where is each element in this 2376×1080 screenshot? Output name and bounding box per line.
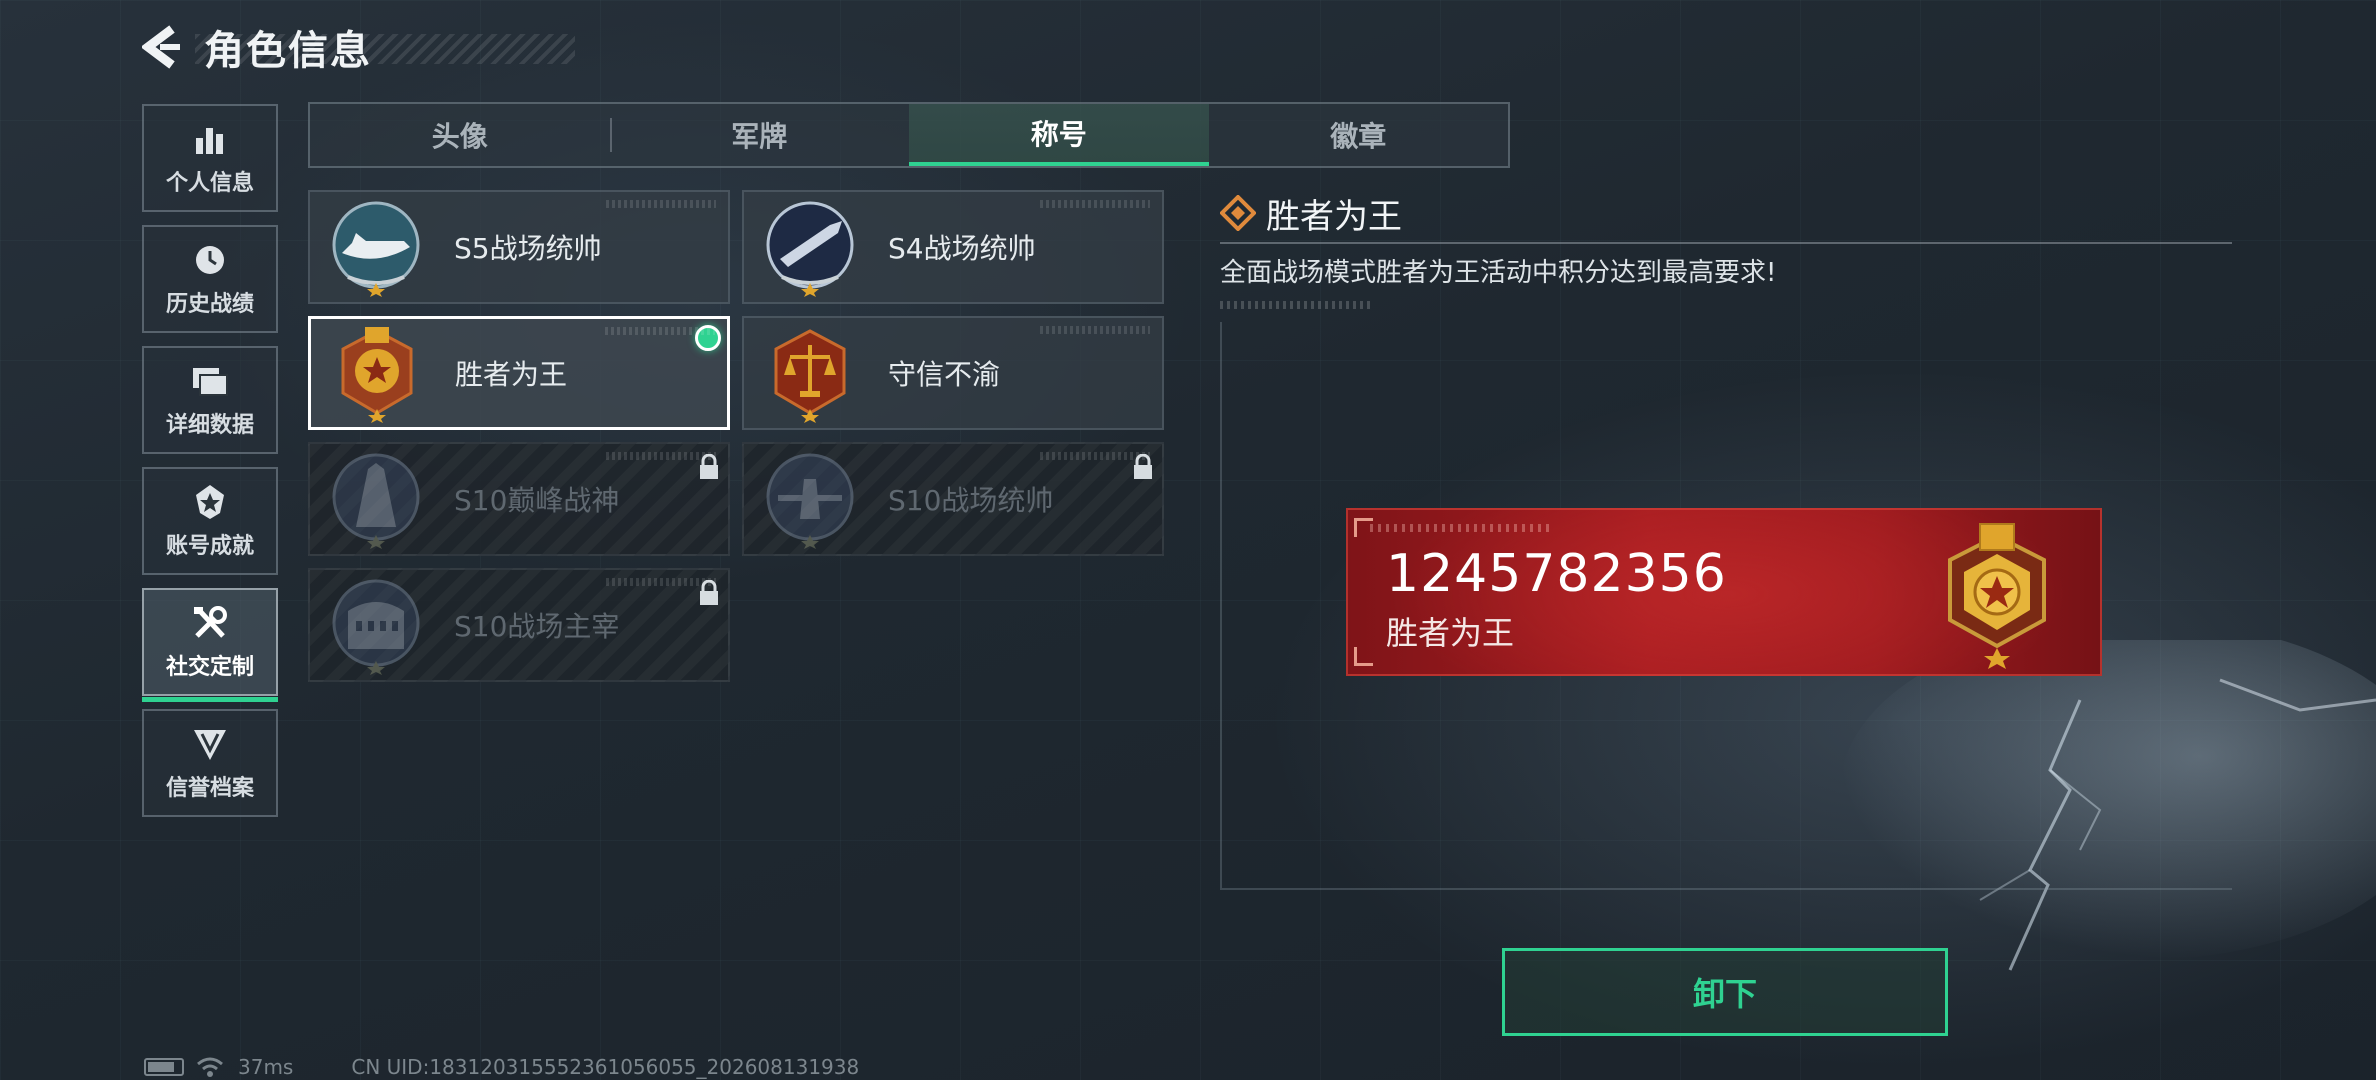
gold-medal-emblem-icon xyxy=(341,327,413,423)
back-button[interactable] xyxy=(140,22,184,72)
network-latency: 37ms xyxy=(238,1055,294,1079)
equipped-indicator xyxy=(695,325,721,351)
title-card-winner-king[interactable]: 胜者为王 xyxy=(308,316,730,430)
title-card-name: 胜者为王 xyxy=(455,358,568,391)
sidebar-item-achievements[interactable]: 账号成就 xyxy=(142,467,278,575)
nameplate-title: 胜者为王 xyxy=(1386,614,1515,652)
category-tabs: 头像 军牌 称号 徽章 xyxy=(308,102,1510,168)
page-title: 角色信息 xyxy=(204,28,372,74)
title-card-s10-commander[interactable]: S10战场统帅 xyxy=(742,442,1164,556)
folder-data-icon xyxy=(190,361,230,401)
detail-decoration xyxy=(1220,301,1370,309)
sidebar-item-social-custom[interactable]: 社交定制 xyxy=(142,588,278,702)
tab-dog-tag[interactable]: 军牌 xyxy=(609,104,910,166)
divider xyxy=(1220,242,2232,244)
sidebar-nav: 个人信息 历史战绩 详细数据 账号成就 社交定制 信誉档案 xyxy=(142,104,278,830)
lock-icon xyxy=(700,454,718,479)
sidebar-item-credit-record[interactable]: 信誉档案 xyxy=(142,709,278,817)
missile-emblem-icon xyxy=(766,201,854,297)
detail-header: 胜者为王 xyxy=(1220,188,2232,238)
bar-chart-icon xyxy=(190,119,230,159)
sidebar-item-label: 个人信息 xyxy=(165,171,254,196)
detail-description: 全面战场模式胜者为王活动中积分达到最高要求! xyxy=(1220,258,1777,288)
back-arrow-icon xyxy=(142,25,180,69)
aircraft-emblem-icon xyxy=(766,453,854,549)
colosseum-emblem-icon xyxy=(332,579,420,675)
title-card-keep-faith[interactable]: 守信不渝 xyxy=(742,316,1164,430)
credit-shield-icon xyxy=(190,724,230,764)
sidebar-item-label: 信誉档案 xyxy=(165,776,254,801)
title-card-name: S5战场统帅 xyxy=(454,232,602,265)
title-card-name: S10战场主宰 xyxy=(454,610,620,643)
diamond-title-icon xyxy=(1220,195,1256,231)
history-clock-icon xyxy=(190,240,230,280)
battery-icon xyxy=(144,1058,184,1076)
page-header: 角色信息 xyxy=(140,22,372,74)
tab-title[interactable]: 称号 xyxy=(909,104,1209,166)
title-card-name: 守信不渝 xyxy=(888,358,1001,391)
title-card-name: S10战场统帅 xyxy=(888,484,1054,517)
sidebar-item-label: 社交定制 xyxy=(165,655,254,680)
nameplate-uid: 1245782356 xyxy=(1386,544,1727,604)
sidebar-item-detailed-data[interactable]: 详细数据 xyxy=(142,346,278,454)
gold-medal-emblem-icon xyxy=(1948,523,2046,669)
title-card-name: S4战场统帅 xyxy=(888,232,1036,265)
title-detail-panel: 胜者为王 全面战场模式胜者为王活动中积分达到最高要求! xyxy=(1220,188,2232,309)
title-card-s10-dominator[interactable]: S10战场主宰 xyxy=(308,568,730,682)
wifi-icon xyxy=(197,1057,223,1077)
sidebar-item-label: 历史战绩 xyxy=(165,292,254,317)
title-card-s5-commander[interactable]: S5战场统帅 xyxy=(308,190,730,304)
scales-emblem-icon xyxy=(774,329,846,423)
title-card-s10-peak-god[interactable]: S10巅峰战神 xyxy=(308,442,730,556)
nameplate-decoration xyxy=(1370,524,1550,532)
sidebar-item-history[interactable]: 历史战绩 xyxy=(142,225,278,333)
lock-icon xyxy=(1134,454,1152,479)
speedboat-emblem-icon xyxy=(332,201,420,297)
tools-icon xyxy=(190,603,230,643)
nameplate-preview: 1245782356 胜者为王 xyxy=(1346,508,2102,676)
detail-title: 胜者为王 xyxy=(1266,196,1402,237)
account-uid-text: CN UID:18312031555236105605​5_2026081319… xyxy=(351,1055,860,1079)
sidebar-item-personal-info[interactable]: 个人信息 xyxy=(142,104,278,212)
lock-icon xyxy=(700,580,718,605)
achievement-icon xyxy=(190,482,230,522)
tower-emblem-icon xyxy=(332,453,420,549)
status-bar: 37ms CN UID:18312031555236105605​5_20260… xyxy=(144,1054,859,1080)
unequip-button[interactable]: 卸下 xyxy=(1502,948,1948,1036)
tab-badge[interactable]: 徽章 xyxy=(1209,104,1509,166)
sidebar-item-label: 详细数据 xyxy=(165,413,254,438)
title-card-s4-commander[interactable]: S4战场统帅 xyxy=(742,190,1164,304)
title-card-name: S10巅峰战神 xyxy=(454,484,620,517)
tab-avatar[interactable]: 头像 xyxy=(310,104,610,166)
sidebar-item-label: 账号成就 xyxy=(165,534,254,559)
